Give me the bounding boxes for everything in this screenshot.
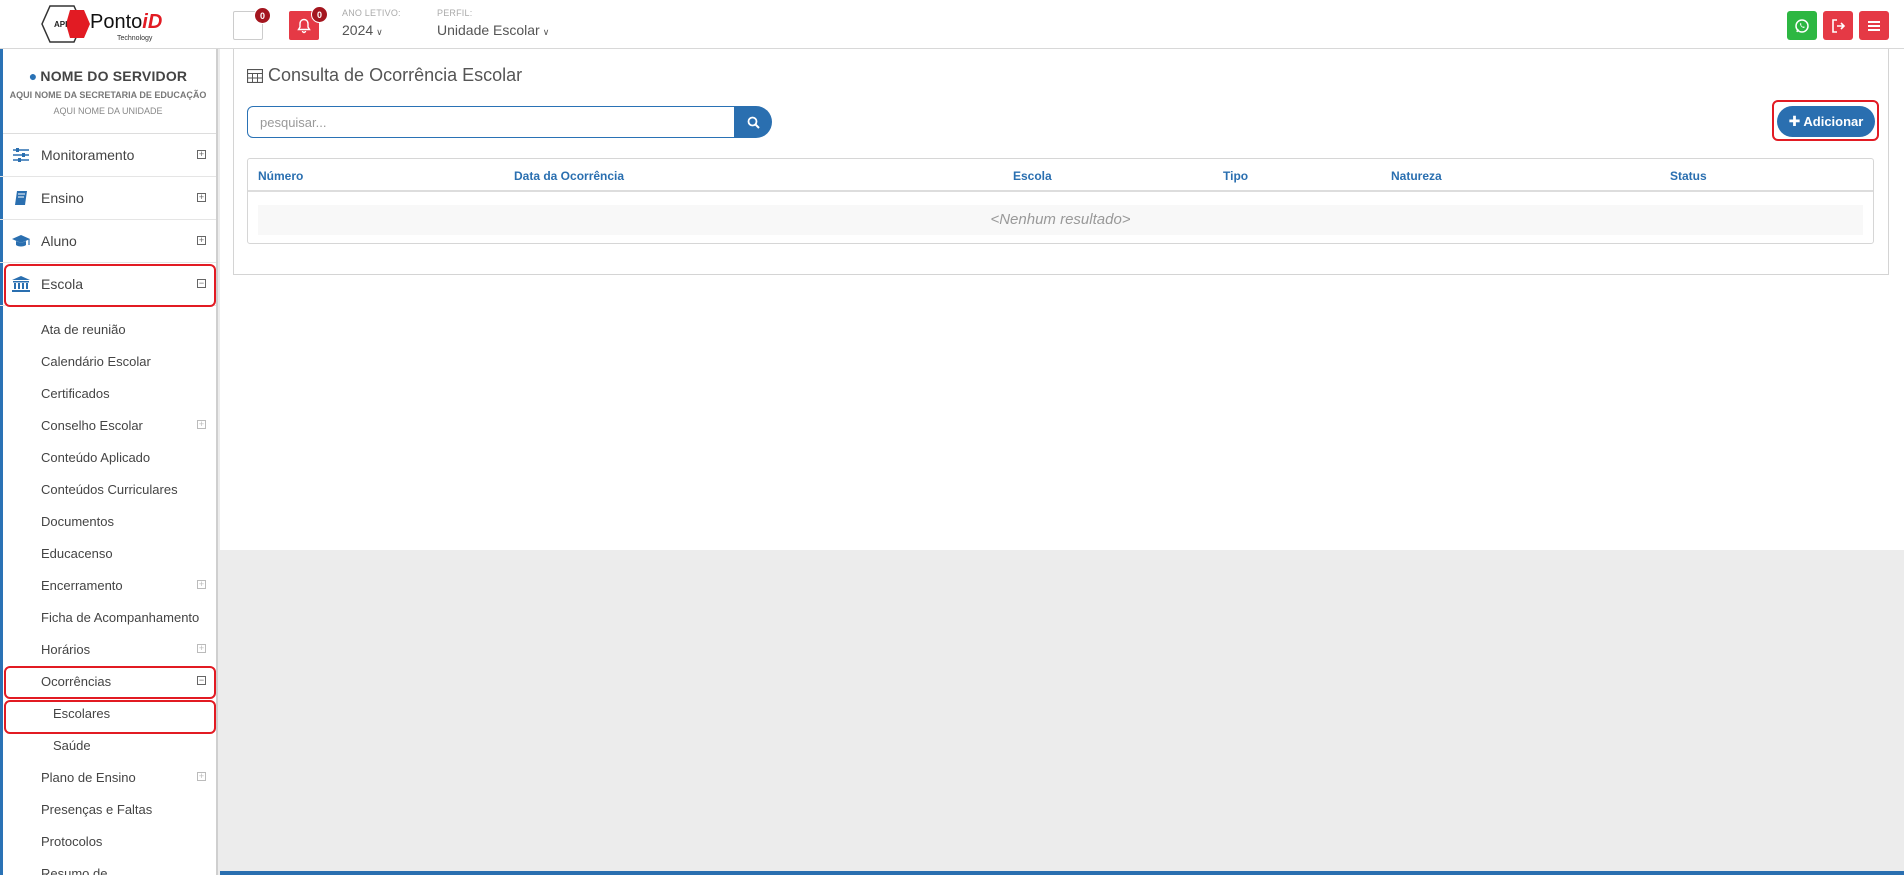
submenu-item-resumo[interactable]: Resumo de [0,857,216,875]
expand-icon: + [197,771,206,781]
submenu-label: Ata de reunião [41,321,126,337]
submenu-item-conteudo-aplicado[interactable]: Conteúdo Aplicado [0,441,216,473]
search-icon [747,116,760,129]
submenu-label: Documentos [41,513,114,529]
ano-letivo-label: ANO LETIVO: [342,8,401,18]
submenu-item-presencas-e-faltas[interactable]: Presenças e Faltas [0,793,216,825]
book-icon [10,189,32,207]
logout-button[interactable] [1823,11,1853,40]
column-header-natureza[interactable]: Natureza [1391,169,1442,183]
page-title: Consulta de Ocorrência Escolar [247,65,522,86]
perfil-value: Unidade Escolar [437,22,540,38]
column-header-data[interactable]: Data da Ocorrência [514,169,624,183]
notifications-button[interactable]: 0 [289,6,328,40]
expand-icon: + [197,149,206,159]
empty-result-row: <Nenhum resultado> [258,205,1863,235]
expand-icon: + [197,235,206,245]
expand-icon: + [197,192,206,202]
pontoid-logo[interactable]: API PontoiD Technology [40,0,178,48]
secretaria-name: AQUI NOME DA SECRETARIA DE EDUCAÇÃO [9,90,207,100]
submenu-item-ficha-de-acompanhamento[interactable]: Ficha de Acompanhamento [0,601,216,633]
table-header: Número Data da Ocorrência Escola Tipo Na… [248,159,1873,192]
highlight-escolares [4,700,216,734]
column-header-tipo[interactable]: Tipo [1223,169,1248,183]
sidebar-item-aluno[interactable]: Aluno + [0,220,216,263]
options-menu-button[interactable] [1859,11,1889,40]
sidebar-item-label: Aluno [41,233,77,249]
search-bar [247,106,772,138]
submenu-item-conselho-escolar[interactable]: Conselho Escolar + [0,409,216,441]
perfil-label: PERFIL: [437,8,473,18]
hamburger-icon [1868,20,1880,31]
submenu-label: Horários [41,641,91,657]
submenu-item-conteudos-curriculares[interactable]: Conteúdos Curriculares [0,473,216,505]
notifications-badge: 0 [311,6,328,23]
submenu-label: Certificados [41,385,110,401]
unidade-name: AQUI NOME DA UNIDADE [53,106,163,116]
sidebar-item-label: Ensino [41,190,84,206]
highlight-add-button [1772,100,1879,141]
submenu-label: Educacenso [41,545,113,561]
submenu-label: Encerramento [41,577,123,593]
footer-accent-bar [220,871,1904,875]
submenu-label: Plano de Ensino [41,769,136,785]
submenu-label: Conselho Escolar [41,417,143,433]
bell-icon [297,18,311,33]
table-icon [247,68,263,83]
submenu-item-horarios[interactable]: Horários + [0,633,216,665]
column-header-status[interactable]: Status [1670,169,1707,183]
search-button[interactable] [734,106,772,138]
submenu-item-calendario-escolar[interactable]: Calendário Escolar [0,345,216,377]
ano-letivo-selector[interactable]: ANO LETIVO: 2024 ∨ [342,8,401,38]
menu-toggle-button[interactable]: 0 [233,7,271,40]
graduation-cap-icon [10,232,32,250]
sidebar-item-monitoramento[interactable]: Monitoramento + [0,134,216,177]
chevron-down-icon: ∨ [542,27,550,37]
column-header-escola[interactable]: Escola [1013,169,1052,183]
server-name: NOME DO SERVIDOR [40,68,188,84]
menu-badge: 0 [254,7,271,24]
whatsapp-icon [1795,18,1809,33]
sliders-icon [10,146,32,164]
expand-icon: + [197,643,206,653]
highlight-ocorrencias [4,666,216,699]
submenu-item-plano-de-ensino[interactable]: Plano de Ensino + [0,761,216,793]
server-info: ● NOME DO SERVIDOR AQUI NOME DA SECRETARI… [0,49,216,134]
submenu-label: Resumo de [41,865,108,875]
submenu-item-encerramento[interactable]: Encerramento + [0,569,216,601]
occurrences-table: Número Data da Ocorrência Escola Tipo Na… [247,158,1874,244]
svg-text:API: API [54,20,67,29]
submenu-item-certificados[interactable]: Certificados [0,377,216,409]
expand-icon: + [197,419,206,429]
column-header-numero[interactable]: Número [258,169,303,183]
submenu-label: Conteúdos Curriculares [41,481,178,497]
ano-letivo-value: 2024 [342,22,374,38]
top-bar: API PontoiD Technology 0 0 ANO LETIVO: 2… [0,0,1904,49]
svg-text:PontoiD: PontoiD [90,11,162,33]
user-icon: ● [28,68,38,84]
perfil-selector[interactable]: PERFIL: Unidade Escolar ∨ [437,8,549,38]
submenu-label: Presenças e Faltas [41,801,153,817]
expand-icon: + [197,579,206,589]
submenu-item-documentos[interactable]: Documentos [0,505,216,537]
svg-text:Technology: Technology [117,35,153,42]
submenu-label: Ficha de Acompanhamento [41,609,200,625]
sidebar-item-label: Monitoramento [41,147,135,163]
submenu-item-educacenso[interactable]: Educacenso [0,537,216,569]
submenu-label: Protocolos [41,833,103,849]
submenu-item-protocolos[interactable]: Protocolos [0,825,216,857]
highlight-escola [4,264,216,307]
sidebar: ● NOME DO SERVIDOR AQUI NOME DA SECRETARI… [0,49,218,875]
page-title-text: Consulta de Ocorrência Escolar [268,65,523,85]
whatsapp-button[interactable] [1787,11,1817,40]
submenu-label: Saúde [53,737,91,753]
sidebar-item-ensino[interactable]: Ensino + [0,177,216,220]
sign-out-icon [1832,18,1846,33]
escola-submenu: Ata de reunião Calendário Escolar Certif… [0,306,216,875]
submenu-label: Conteúdo Aplicado [41,449,151,465]
submenu-item-ata-de-reuniao[interactable]: Ata de reunião [0,313,216,345]
chevron-down-icon: ∨ [376,27,383,37]
submenu-label: Calendário Escolar [41,353,151,369]
search-input[interactable] [247,106,735,138]
